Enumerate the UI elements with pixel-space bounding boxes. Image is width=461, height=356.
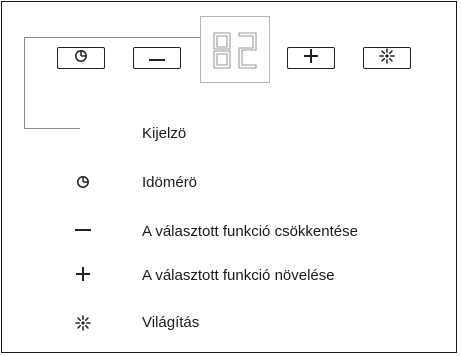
minus-icon bbox=[149, 49, 165, 67]
plus-icon bbox=[74, 265, 92, 283]
light-icon bbox=[379, 47, 395, 69]
legend-label-plus: A választott funkció növelése bbox=[142, 267, 335, 284]
plus-icon bbox=[304, 48, 318, 68]
light-icon bbox=[74, 314, 92, 332]
plus-button[interactable] bbox=[287, 47, 335, 69]
display-leader-line-vertical bbox=[24, 37, 25, 129]
display-screen: 02 bbox=[200, 16, 270, 83]
timer-button[interactable] bbox=[57, 47, 105, 69]
timer-icon bbox=[74, 49, 88, 68]
timer-icon bbox=[74, 173, 92, 191]
legend-label-display: Kijelzö bbox=[142, 125, 187, 142]
minus-icon bbox=[74, 221, 92, 239]
minus-button[interactable] bbox=[133, 47, 181, 69]
legend-label-timer: Idömérö bbox=[142, 174, 198, 191]
legend-label-light: Világítás bbox=[142, 314, 200, 331]
legend-label-minus: A választott funkció csökkentése bbox=[142, 223, 358, 240]
light-button[interactable] bbox=[363, 47, 411, 69]
display-leader-line bbox=[24, 37, 200, 38]
display-leader-line-bottom bbox=[24, 128, 80, 129]
display-digits bbox=[213, 32, 257, 69]
